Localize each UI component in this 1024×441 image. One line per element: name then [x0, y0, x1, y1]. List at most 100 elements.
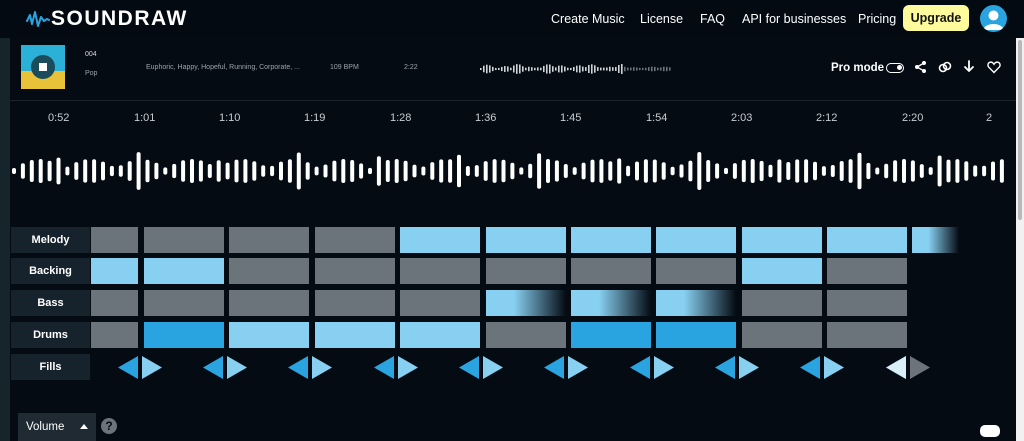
section-block-bass[interactable] — [400, 290, 480, 316]
waveform-bar — [172, 163, 177, 179]
section-block-drums[interactable] — [656, 322, 736, 348]
fill-in-left-triangle-icon[interactable] — [715, 356, 735, 379]
section-block-melody[interactable] — [827, 227, 907, 253]
fill-out-right-triangle-icon[interactable] — [312, 356, 332, 379]
waveform-bar — [573, 66, 575, 72]
fill-in-left-triangle-icon[interactable] — [374, 356, 394, 379]
section-block-drums[interactable] — [571, 322, 651, 348]
section-block-backing[interactable] — [742, 258, 822, 284]
fill-out-right-triangle-icon[interactable] — [227, 356, 247, 379]
waveform-bar — [626, 165, 631, 177]
section-block-melody[interactable] — [400, 227, 480, 253]
timeline-time-label: 2 — [986, 112, 993, 124]
section-block-backing[interactable] — [91, 258, 138, 284]
section-block-drums[interactable] — [91, 322, 138, 348]
fill-out-right-triangle-icon[interactable] — [910, 356, 930, 379]
row-label-melody[interactable]: Melody — [11, 227, 90, 253]
section-block-bass[interactable] — [144, 290, 224, 316]
section-block-bass[interactable] — [229, 290, 309, 316]
section-block-melody[interactable] — [315, 227, 395, 253]
row-label-backing[interactable]: Backing — [11, 258, 90, 284]
section-block-backing[interactable] — [571, 258, 651, 284]
section-block-drums[interactable] — [315, 322, 395, 348]
section-block-melody[interactable] — [91, 227, 138, 253]
section-block-drums[interactable] — [229, 322, 309, 348]
section-block-drums[interactable] — [827, 322, 907, 348]
nav-pricing[interactable]: Pricing — [858, 0, 896, 38]
fill-out-right-triangle-icon[interactable] — [568, 356, 588, 379]
download-icon[interactable] — [962, 60, 976, 74]
chat-widget-button[interactable] — [980, 425, 1000, 437]
soundraw-logo[interactable]: SOUNDRAW — [26, 6, 188, 32]
fill-in-left-triangle-icon[interactable] — [203, 356, 223, 379]
section-block-bass[interactable] — [742, 290, 822, 316]
section-block-backing[interactable] — [827, 258, 907, 284]
section-block-backing[interactable] — [229, 258, 309, 284]
scrollbar-thumb[interactable] — [1018, 40, 1022, 220]
waveform-bar — [65, 166, 70, 176]
logo-text: SOUNDRAW — [51, 7, 188, 30]
track-cover-art[interactable] — [21, 45, 65, 89]
waveform-bar — [376, 156, 381, 186]
fill-out-right-triangle-icon[interactable] — [398, 356, 418, 379]
upgrade-button[interactable]: Upgrade — [903, 5, 969, 31]
waveform-bar — [430, 162, 435, 180]
fill-in-left-triangle-icon[interactable] — [288, 356, 308, 379]
section-block-backing[interactable] — [486, 258, 566, 284]
fill-in-left-triangle-icon[interactable] — [118, 356, 138, 379]
nav-create-music[interactable]: Create Music — [551, 0, 625, 38]
fill-out-right-triangle-icon[interactable] — [142, 356, 162, 379]
pro-mode-toggle[interactable] — [886, 63, 904, 73]
section-block-drums[interactable] — [400, 322, 480, 348]
waveform-bar — [999, 159, 1004, 183]
help-icon[interactable]: ? — [101, 418, 117, 434]
row-label-bass[interactable]: Bass — [11, 290, 90, 316]
fill-out-right-triangle-icon[interactable] — [824, 356, 844, 379]
waveform-bar — [56, 157, 61, 185]
waveform-bar — [777, 159, 782, 183]
section-block-bass[interactable] — [91, 290, 138, 316]
link-icon[interactable] — [938, 60, 952, 74]
section-block-bass[interactable] — [827, 290, 907, 316]
fill-in-left-triangle-icon[interactable] — [544, 356, 564, 379]
fill-out-right-triangle-icon[interactable] — [654, 356, 674, 379]
section-block-backing[interactable] — [144, 258, 224, 284]
nav-faq[interactable]: FAQ — [700, 0, 725, 38]
section-block-backing[interactable] — [656, 258, 736, 284]
fill-in-left-triangle-icon[interactable] — [800, 356, 820, 379]
section-block-melody[interactable] — [486, 227, 566, 253]
user-avatar[interactable] — [980, 5, 1007, 32]
section-block-drums[interactable] — [144, 322, 224, 348]
fill-in-left-triangle-icon[interactable] — [459, 356, 479, 379]
fill-out-right-triangle-icon[interactable] — [483, 356, 503, 379]
fill-in-left-triangle-icon[interactable] — [630, 356, 650, 379]
section-block-melody[interactable] — [912, 227, 959, 253]
track-preview-waveform[interactable] — [480, 61, 672, 77]
waveform-bar — [555, 67, 557, 71]
fill-out-right-triangle-icon[interactable] — [739, 356, 759, 379]
nav-license[interactable]: License — [640, 0, 683, 38]
row-label-drums[interactable]: Drums — [11, 322, 90, 348]
volume-dropdown[interactable]: Volume — [18, 413, 96, 441]
waveform-bar — [554, 160, 559, 182]
section-block-bass[interactable] — [486, 290, 566, 316]
nav-api-for-businesses[interactable]: API for businesses — [742, 0, 846, 38]
main-waveform[interactable] — [8, 148, 1008, 194]
section-block-melody[interactable] — [229, 227, 309, 253]
section-block-drums[interactable] — [742, 322, 822, 348]
section-block-melody[interactable] — [144, 227, 224, 253]
heart-icon[interactable] — [987, 60, 1001, 74]
section-block-bass[interactable] — [656, 290, 736, 316]
fill-left-triangle-icon[interactable] — [886, 356, 906, 379]
section-block-backing[interactable] — [315, 258, 395, 284]
section-block-drums[interactable] — [486, 322, 566, 348]
section-block-melody[interactable] — [571, 227, 651, 253]
section-block-bass[interactable] — [315, 290, 395, 316]
section-block-melody[interactable] — [656, 227, 736, 253]
section-block-backing[interactable] — [400, 258, 480, 284]
row-label-fills[interactable]: Fills — [11, 354, 90, 380]
section-block-melody[interactable] — [742, 227, 822, 253]
waveform-bar — [457, 154, 461, 188]
share-icon[interactable] — [914, 60, 928, 74]
section-block-bass[interactable] — [571, 290, 651, 316]
